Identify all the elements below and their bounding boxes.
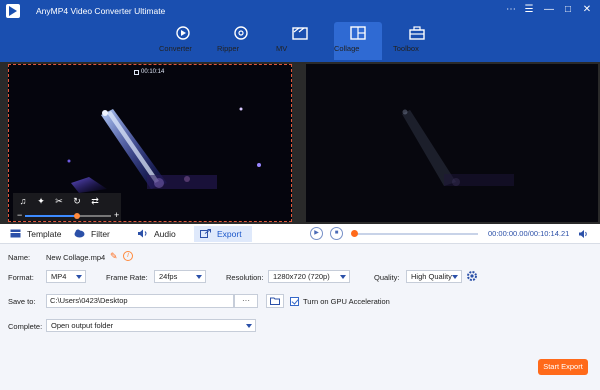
output-preview [306,64,598,222]
close-button[interactable]: ✕ [579,3,595,17]
quality-select[interactable]: High Quality [406,270,462,283]
tab-toolbox[interactable]: Toolbox [393,22,441,60]
app-title: AnyMP4 Video Converter Ultimate [36,6,166,16]
volume-icon[interactable]: ♫ [17,195,29,207]
rotate-icon[interactable]: ↻ [71,195,83,207]
collage-cell-preview[interactable]: 00:10:14 ♫ ✦ ✂ ↻ ⇄ − + [8,64,292,222]
time-readout: 00:00:00.00/00:10:14.21 [488,229,570,238]
cut-icon[interactable]: ✂ [53,195,65,207]
gpu-acceleration-label: Turn on GPU Acceleration [303,297,390,306]
tab-audio-label: Audio [154,229,176,239]
tab-template[interactable]: Template [10,226,62,242]
chevron-down-icon [246,324,252,328]
replace-icon[interactable]: ⇄ [89,195,101,207]
audio-icon [138,229,147,238]
chevron-down-icon [340,275,346,279]
complete-label: Complete: [8,322,43,331]
toolbox-icon [409,26,425,40]
filter-icon [74,229,85,238]
seek-bar[interactable] [352,233,478,235]
tab-converter[interactable]: Converter [159,22,207,60]
converter-icon [176,26,190,40]
frame-rate-value: 24fps [159,272,178,281]
stop-button[interactable]: ■ [330,227,343,240]
tab-ripper-label: Ripper [217,44,240,53]
tab-template-label: Template [27,229,62,239]
collage-icon [350,26,366,40]
tab-mv[interactable]: MV [276,22,324,60]
frame-rate-label: Frame Rate: [106,273,148,282]
tab-converter-label: Converter [159,44,192,53]
resolution-select[interactable]: 1280x720 (720p) [268,270,350,283]
output-frame [402,109,514,186]
mv-icon [292,27,308,40]
chevron-down-icon [196,275,202,279]
format-select[interactable]: MP4 [46,270,86,283]
tab-collage-label: Collage [334,44,360,53]
menu-icon[interactable]: ☰ [521,3,537,17]
export-panel: Name: New Collage.mp4 ✎ i Format: MP4 Fr… [0,244,600,390]
quality-value: High Quality [411,272,452,281]
tab-export[interactable]: Export [194,226,252,242]
settings-gear-icon[interactable] [466,270,478,282]
volume-slider-handle[interactable] [73,213,80,219]
chevron-down-icon [452,275,458,279]
tab-mv-label: MV [276,44,288,53]
format-value: MP4 [51,272,67,281]
speaker-icon[interactable] [578,229,588,239]
folder-icon [270,297,280,305]
name-value: New Collage.mp4 [46,253,106,262]
preview-area: 00:10:14 ♫ ✦ ✂ ↻ ⇄ − + [0,62,600,224]
info-icon[interactable]: i [123,251,133,261]
tab-ripper[interactable]: Ripper [217,22,265,60]
volume-minus-icon[interactable]: − [17,210,22,220]
template-icon [10,229,21,238]
timecode-icon [134,70,139,75]
clip-toolbar: ♫ ✦ ✂ ↻ ⇄ − + [13,193,121,221]
tab-filter-label: Filter [91,229,110,239]
volume-plus-icon[interactable]: + [114,210,119,220]
minimize-button[interactable]: — [541,3,557,17]
save-to-label: Save to: [8,297,36,306]
volume-slider-fill [25,215,77,217]
gpu-acceleration-checkbox[interactable] [290,297,299,306]
maximize-button[interactable]: □ [560,3,576,17]
export-icon [200,229,211,238]
chevron-down-icon [76,275,82,279]
tab-filter[interactable]: Filter [74,226,110,242]
frame-rate-select[interactable]: 24fps [154,270,206,283]
quality-label: Quality: [374,273,400,282]
play-button[interactable]: ▶ [310,227,323,240]
complete-action-select[interactable]: Open output folder [46,319,256,332]
format-label: Format: [8,273,34,282]
tab-collage[interactable]: Collage [334,22,382,60]
volume-slider[interactable] [25,213,111,219]
tab-export-label: Export [217,229,242,239]
resolution-label: Resolution: [226,273,264,282]
open-folder-button[interactable] [266,294,284,308]
feedback-icon[interactable]: ⋯ [503,3,519,17]
timecode: 00:10:14 [141,69,165,75]
tab-audio[interactable]: Audio [137,226,176,242]
save-path-input[interactable]: C:\Users\0423\Desktop [46,294,234,308]
tab-toolbox-label: Toolbox [393,44,419,53]
resolution-value: 1280x720 (720p) [273,272,330,281]
edit-name-icon[interactable]: ✎ [110,252,119,261]
settings-tabs: Template Filter Audio Export ▶ ■ 00:00:0… [0,224,600,244]
ripper-icon [234,26,248,40]
title-bar: AnyMP4 Video Converter Ultimate ⋯ ☰ — □ … [0,0,600,62]
pin-icon[interactable]: ✦ [35,195,47,207]
app-logo [6,4,20,18]
complete-action-value: Open output folder [51,321,114,330]
name-label: Name: [8,253,31,262]
start-export-button[interactable]: Start Export [538,359,588,375]
seek-handle[interactable] [351,230,358,237]
browse-button[interactable]: ··· [234,294,258,308]
